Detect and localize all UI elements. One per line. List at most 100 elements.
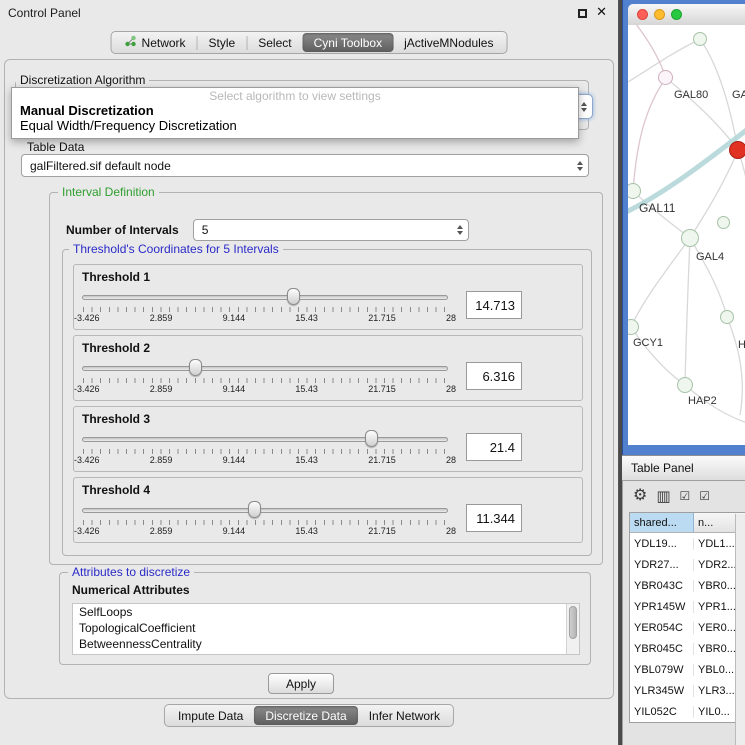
column-header-shared-name[interactable]: shared...: [630, 513, 694, 532]
table-row[interactable]: YER054C YER0...: [630, 617, 745, 638]
threshold-box: Threshold 4 -3.426 2.859 9.144 15.43: [73, 477, 583, 543]
table-scrollbar[interactable]: [735, 514, 745, 745]
threshold-slider[interactable]: -3.426 2.859 9.144 15.43 21.715 28: [82, 499, 448, 537]
zoom-traffic-light-icon[interactable]: [671, 9, 682, 20]
scrollbar-thumb[interactable]: [569, 606, 577, 639]
tab-label: Network: [142, 36, 186, 50]
threshold-value-field[interactable]: 6.316: [466, 362, 522, 390]
close-icon[interactable]: ✕: [596, 4, 607, 20]
slider-track[interactable]: [82, 437, 448, 442]
tab-jactivemnodules[interactable]: jActiveMNodules: [393, 33, 504, 52]
table-row[interactable]: YDR27... YDR2...: [630, 554, 745, 575]
apply-button[interactable]: Apply: [268, 673, 334, 694]
fieldset-legend: Threshold's Coordinates for 5 Intervals: [69, 242, 283, 256]
table-panel-toolbar: ⚙ ▥ ☑ ☑: [623, 481, 745, 507]
select-none-checkbox-icon[interactable]: ☑: [699, 490, 710, 503]
threshold-value-field[interactable]: 11.344: [466, 504, 522, 532]
table-cell[interactable]: YIL052C: [630, 706, 694, 718]
network-node[interactable]: [658, 70, 673, 85]
table-cell[interactable]: YPR145W: [630, 601, 694, 613]
slider-thumb[interactable]: [189, 359, 202, 376]
table-cell[interactable]: YBR045C: [630, 643, 694, 655]
dropdown-arrows-icon: [457, 225, 463, 235]
gear-icon[interactable]: ⚙: [633, 488, 647, 504]
slider-ticks: [83, 520, 447, 525]
table-cell[interactable]: YBL079W: [630, 664, 694, 676]
slider-thumb[interactable]: [248, 501, 261, 518]
table-data-label: Table Data: [27, 140, 84, 154]
table-row[interactable]: YBR043C YBR0...: [630, 575, 745, 596]
threshold-label: Threshold 1: [82, 270, 574, 284]
threshold-slider[interactable]: -3.426 2.859 9.144 15.43 21.715 28: [82, 357, 448, 395]
slider-tick-labels: -3.426 2.859 9.144 15.43 21.715 28: [74, 384, 456, 394]
tick-label: 2.859: [150, 384, 173, 394]
network-node-label: GAL4: [696, 251, 724, 263]
network-node-label: GAL11: [639, 201, 675, 215]
network-canvas[interactable]: GAL80 GA GAL11 GAL4 GCY1 H HAP2: [628, 25, 745, 445]
threshold-box: Threshold 1 -3.426 2.859 9.144 15.43: [73, 264, 583, 330]
tick-label: -3.426: [74, 313, 100, 323]
table-row[interactable]: YLR345W YLR3...: [630, 680, 745, 701]
minimize-traffic-light-icon[interactable]: [654, 9, 665, 20]
slider-tick-labels: -3.426 2.859 9.144 15.43 21.715 28: [74, 313, 456, 323]
network-node[interactable]: [729, 141, 745, 159]
tab-style[interactable]: Style: [198, 33, 247, 52]
table-row[interactable]: YDL19... YDL1...: [630, 533, 745, 554]
tab-network[interactable]: Network: [114, 33, 197, 52]
list-item[interactable]: SelfLoops: [73, 604, 579, 620]
tab-select[interactable]: Select: [247, 33, 302, 52]
network-node[interactable]: [693, 32, 707, 46]
slider-ticks: [83, 378, 447, 383]
table-cell[interactable]: YLR345W: [630, 685, 694, 697]
network-node[interactable]: [717, 216, 730, 229]
table-row[interactable]: YIL052C YIL0...: [630, 701, 745, 722]
columns-icon[interactable]: ▥: [656, 489, 670, 504]
threshold-slider[interactable]: -3.426 2.859 9.144 15.43 21.715 28: [82, 286, 448, 324]
select-all-checkbox-icon[interactable]: ☑: [680, 490, 691, 503]
threshold-value-field[interactable]: 14.713: [466, 291, 522, 319]
network-node[interactable]: [677, 377, 693, 393]
tab-label: Impute Data: [178, 709, 243, 723]
table-data-dropdown[interactable]: galFiltered.sif default node: [21, 154, 589, 177]
dropdown-arrows-icon: [581, 102, 587, 112]
tab-cyni-toolbox[interactable]: Cyni Toolbox: [303, 33, 393, 52]
number-of-intervals-dropdown[interactable]: 5: [193, 219, 469, 241]
network-node[interactable]: [681, 229, 699, 247]
close-traffic-light-icon[interactable]: [637, 9, 648, 20]
slider-track[interactable]: [82, 366, 448, 371]
table-data-value: galFiltered.sif default node: [30, 159, 171, 173]
threshold-label: Threshold 2: [82, 341, 574, 355]
cyni-bottom-tabs: Impute Data Discretize Data Infer Networ…: [164, 704, 454, 727]
table-cell[interactable]: YBR043C: [630, 580, 694, 592]
threshold-value-field[interactable]: 21.4: [466, 433, 522, 461]
table-row[interactable]: YBR045C YBR0...: [630, 638, 745, 659]
tick-label: 9.144: [223, 526, 246, 536]
table-cell[interactable]: YER054C: [630, 622, 694, 634]
list-item[interactable]: BetweennessCentrality: [73, 636, 579, 652]
list-item[interactable]: TopologicalCoefficient: [73, 620, 579, 636]
menu-item-manual-discretization[interactable]: Manual Discretization: [12, 103, 578, 118]
attributes-fieldset: Attributes to discretize Numerical Attri…: [59, 572, 591, 665]
network-view-window: GAL80 GA GAL11 GAL4 GCY1 H HAP2: [622, 0, 745, 455]
network-node[interactable]: [720, 310, 734, 324]
tab-label: Cyni Toolbox: [314, 36, 382, 50]
tab-impute-data[interactable]: Impute Data: [167, 706, 254, 725]
slider-thumb[interactable]: [287, 288, 300, 305]
slider-thumb[interactable]: [365, 430, 378, 447]
tab-infer-network[interactable]: Infer Network: [358, 706, 451, 725]
slider-track[interactable]: [82, 508, 448, 513]
table-row[interactable]: YPR145W YPR1...: [630, 596, 745, 617]
tick-label: 15.43: [295, 384, 318, 394]
table-cell[interactable]: YDR27...: [630, 559, 694, 571]
list-scrollbar[interactable]: [566, 604, 579, 654]
threshold-box: Threshold 3 -3.426 2.859 9.144 15.43: [73, 406, 583, 472]
tab-discretize-data[interactable]: Discretize Data: [254, 706, 357, 725]
float-window-icon[interactable]: [578, 9, 587, 18]
table-row[interactable]: YBL079W YBL0...: [630, 659, 745, 680]
table-cell[interactable]: YDL19...: [630, 538, 694, 550]
slider-track[interactable]: [82, 295, 448, 300]
node-table: shared... n... YDL19... YDL1... YDR27...…: [629, 512, 745, 723]
threshold-slider[interactable]: -3.426 2.859 9.144 15.43 21.715 28: [82, 428, 448, 466]
menu-item-equal-width-frequency[interactable]: Equal Width/Frequency Discretization: [12, 118, 578, 133]
network-window-titlebar: [628, 4, 745, 25]
